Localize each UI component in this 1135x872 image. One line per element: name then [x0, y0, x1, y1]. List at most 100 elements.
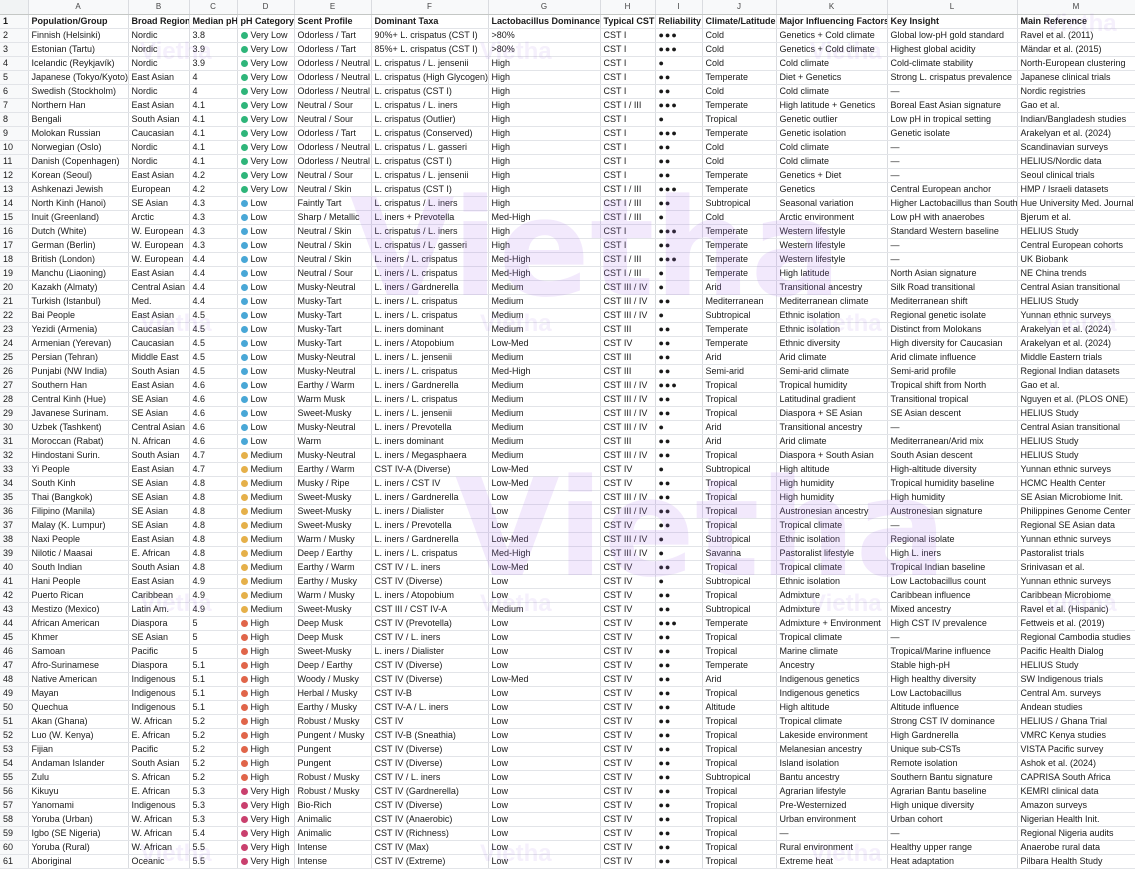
table-cell[interactable]: 4.8	[189, 560, 238, 575]
table-cell[interactable]: 4.5	[189, 350, 238, 365]
table-cell[interactable]: L. crispatus (Conserved)	[371, 126, 489, 141]
table-cell[interactable]: Medium	[237, 546, 295, 561]
table-cell[interactable]: ●●	[655, 238, 703, 253]
table-cell[interactable]: 4.6	[189, 434, 238, 449]
row-number[interactable]: 8	[0, 112, 29, 127]
table-cell[interactable]: Bio-Rich	[294, 798, 372, 813]
table-cell[interactable]: High	[237, 686, 295, 701]
table-cell[interactable]: Nordic	[128, 56, 190, 71]
table-cell[interactable]: High CST IV prevalence	[887, 616, 1018, 631]
row-number[interactable]: 40	[0, 560, 29, 575]
table-cell[interactable]: Cold	[702, 28, 777, 43]
table-cell[interactable]: Intense	[294, 840, 372, 855]
table-cell[interactable]: Strong CST IV dominance	[887, 714, 1018, 729]
table-cell[interactable]: CST IV	[600, 784, 656, 799]
table-cell[interactable]: CST III / IV	[600, 308, 656, 323]
table-cell[interactable]: Regional genetic isolate	[887, 308, 1018, 323]
table-cell[interactable]: Central Asian transitional	[1017, 280, 1135, 295]
table-cell[interactable]: Seoul clinical trials	[1017, 168, 1135, 183]
table-cell[interactable]: L. iners dominant	[371, 434, 489, 449]
row-number[interactable]: 34	[0, 476, 29, 491]
table-cell[interactable]: High latitude + Genetics	[776, 98, 888, 113]
table-cell[interactable]: Deep / Earthy	[294, 658, 372, 673]
row-number[interactable]: 12	[0, 168, 29, 183]
row-number[interactable]: 58	[0, 812, 29, 827]
table-cell[interactable]: CST IV (Prevotella)	[371, 616, 489, 631]
table-cell[interactable]: L. crispatus (CST I)	[371, 154, 489, 169]
row-number[interactable]: 44	[0, 616, 29, 631]
table-cell[interactable]: Boreal East Asian signature	[887, 98, 1018, 113]
table-cell[interactable]: Temperate	[702, 238, 777, 253]
table-cell[interactable]: 4.9	[189, 588, 238, 603]
table-cell[interactable]: Diet + Genetics	[776, 70, 888, 85]
table-cell[interactable]: Musky-Tart	[294, 294, 372, 309]
table-cell[interactable]: Warm	[294, 434, 372, 449]
row-number[interactable]: 52	[0, 728, 29, 743]
table-cell[interactable]: ●●	[655, 644, 703, 659]
table-cell[interactable]: Middle East	[128, 350, 190, 365]
table-cell[interactable]: HMP / Israeli datasets	[1017, 182, 1135, 197]
table-cell[interactable]: ●	[655, 532, 703, 547]
table-cell[interactable]: South Indian	[28, 560, 129, 575]
table-cell[interactable]: Odorless / Tart	[294, 28, 372, 43]
table-cell[interactable]: CST I / III	[600, 182, 656, 197]
table-cell[interactable]: Tropical	[702, 826, 777, 841]
table-cell[interactable]: Ethnic isolation	[776, 322, 888, 337]
table-cell[interactable]: Tropical Indian baseline	[887, 560, 1018, 575]
table-cell[interactable]: CST IV	[600, 798, 656, 813]
table-cell[interactable]: CST I / III	[600, 98, 656, 113]
table-cell[interactable]: 3.9	[189, 56, 238, 71]
table-cell[interactable]: High	[237, 700, 295, 715]
table-cell[interactable]: CST I	[600, 168, 656, 183]
table-cell[interactable]: 90%+ L. crispatus (CST I)	[371, 28, 489, 43]
table-cell[interactable]: Admixture + Environment	[776, 616, 888, 631]
table-cell[interactable]: 4.8	[189, 518, 238, 533]
table-cell[interactable]: ●●	[655, 476, 703, 491]
table-cell[interactable]: Bai People	[28, 308, 129, 323]
table-cell[interactable]: ●●●	[655, 28, 703, 43]
table-cell[interactable]: CST I	[600, 224, 656, 239]
table-cell[interactable]: Agrarian lifestyle	[776, 784, 888, 799]
table-cell[interactable]: Standard Western baseline	[887, 224, 1018, 239]
table-cell[interactable]: Ethnic isolation	[776, 574, 888, 589]
table-cell[interactable]: Island isolation	[776, 756, 888, 771]
table-cell[interactable]: —	[887, 420, 1018, 435]
table-cell[interactable]: ●●	[655, 560, 703, 575]
table-cell[interactable]: Tropical	[702, 756, 777, 771]
table-cell[interactable]: Pungent / Musky	[294, 728, 372, 743]
table-cell[interactable]: Hani People	[28, 574, 129, 589]
table-cell[interactable]: 4.5	[189, 308, 238, 323]
table-cell[interactable]: Temperate	[702, 266, 777, 281]
row-number[interactable]: 45	[0, 630, 29, 645]
table-cell[interactable]: 4.4	[189, 266, 238, 281]
table-cell[interactable]: L. crispatus / L. iners	[371, 196, 489, 211]
table-cell[interactable]: L. iners / Dialister	[371, 644, 489, 659]
table-cell[interactable]: Low	[488, 784, 601, 799]
table-cell[interactable]: ●●	[655, 826, 703, 841]
table-cell[interactable]: 4.3	[189, 210, 238, 225]
header-cell[interactable]: Major Influencing Factors	[776, 14, 888, 29]
table-cell[interactable]: Medium	[237, 462, 295, 477]
table-cell[interactable]: Ancestry	[776, 658, 888, 673]
table-cell[interactable]: Molokan Russian	[28, 126, 129, 141]
row-number[interactable]: 61	[0, 854, 29, 869]
table-cell[interactable]: L. iners / Prevotella	[371, 518, 489, 533]
table-cell[interactable]: W. African	[128, 840, 190, 855]
table-cell[interactable]: Low	[237, 238, 295, 253]
table-cell[interactable]: Amazon surveys	[1017, 798, 1135, 813]
table-cell[interactable]: 5	[189, 616, 238, 631]
table-cell[interactable]: Temperate	[702, 224, 777, 239]
table-cell[interactable]: Cold-climate stability	[887, 56, 1018, 71]
table-cell[interactable]: Transitional ancestry	[776, 280, 888, 295]
table-cell[interactable]: High humidity	[776, 476, 888, 491]
table-cell[interactable]: Global low-pH gold standard	[887, 28, 1018, 43]
table-cell[interactable]: Very Low	[237, 70, 295, 85]
table-cell[interactable]: CST IV	[600, 644, 656, 659]
table-cell[interactable]: Subtropical	[702, 532, 777, 547]
row-number[interactable]: 24	[0, 336, 29, 351]
table-cell[interactable]: 4.1	[189, 140, 238, 155]
table-cell[interactable]: Animalic	[294, 812, 372, 827]
table-cell[interactable]: Medium	[488, 308, 601, 323]
header-cell[interactable]: Typical CST	[600, 14, 656, 29]
table-cell[interactable]: Medium	[488, 322, 601, 337]
